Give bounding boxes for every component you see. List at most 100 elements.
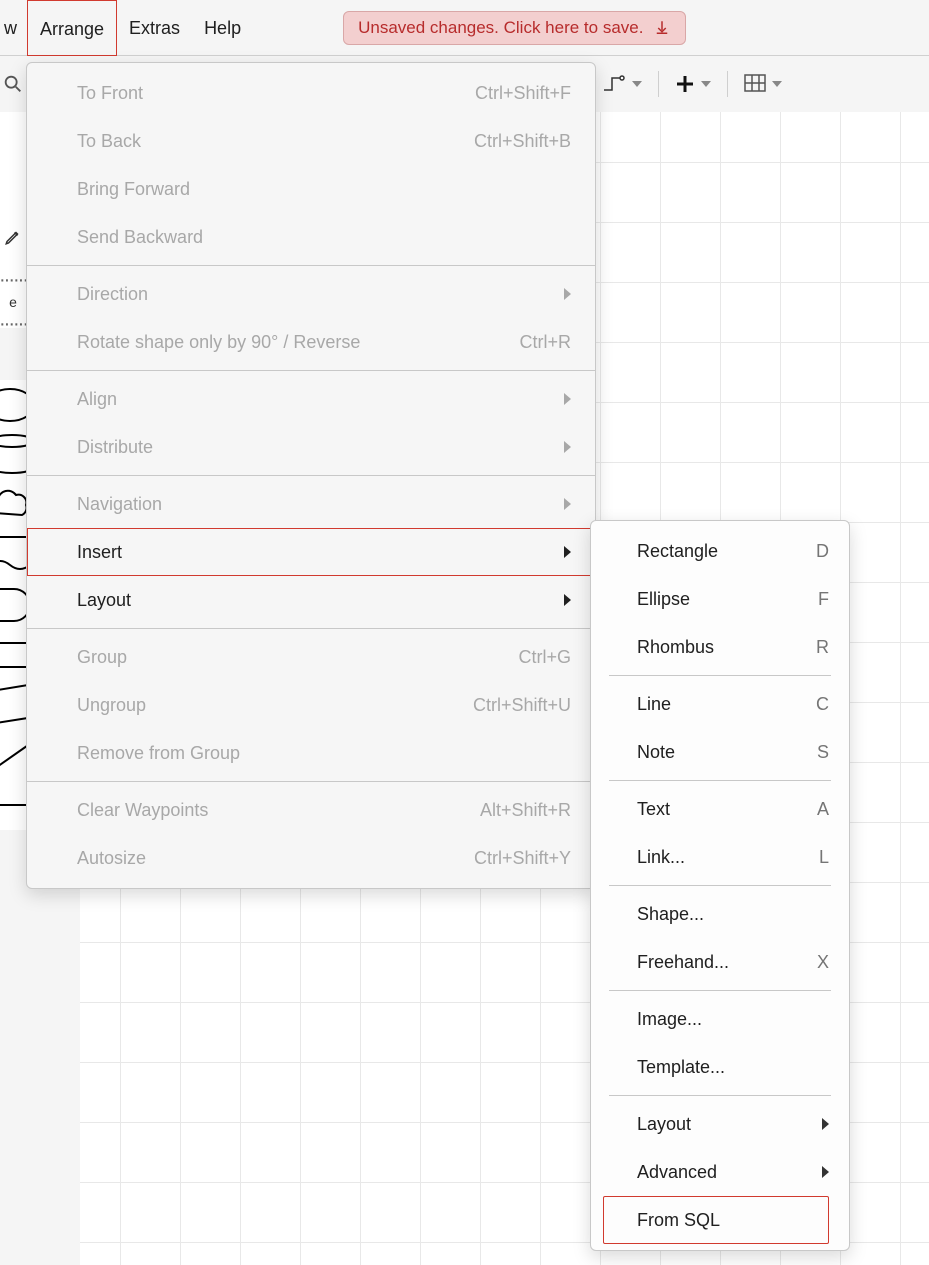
chevron-right-icon	[564, 288, 571, 300]
submenu-separator	[609, 885, 831, 886]
menu-item-label: To Front	[77, 83, 143, 104]
menu-item-distribute[interactable]: Distribute	[27, 423, 595, 471]
zoom-icon[interactable]	[2, 73, 24, 95]
menu-item-insert[interactable]: Insert	[27, 528, 595, 576]
menu-item-send-backward[interactable]: Send Backward	[27, 213, 595, 261]
submenu-item-shortcut: L	[819, 847, 829, 868]
menu-item-label: Remove from Group	[77, 743, 240, 764]
download-icon	[653, 19, 671, 37]
menu-item-label: Layout	[77, 590, 131, 611]
submenu-item-shortcut: X	[817, 952, 829, 973]
menu-item-to-front[interactable]: To Front Ctrl+Shift+F	[27, 69, 595, 117]
submenu-item-note[interactable]: Note S	[591, 728, 849, 776]
menu-item-clear-waypoints[interactable]: Clear Waypoints Alt+Shift+R	[27, 786, 595, 834]
submenu-item-rectangle[interactable]: RectangleD	[591, 527, 849, 575]
submenu-separator	[609, 780, 831, 781]
menu-item-label: Send Backward	[77, 227, 203, 248]
submenu-item-shortcut: S	[817, 742, 829, 763]
menu-item-label: Ungroup	[77, 695, 146, 716]
menu-item-label: Direction	[77, 284, 148, 305]
submenu-item-label: Template...	[637, 1057, 725, 1078]
submenu-item-label: Image...	[637, 1009, 702, 1030]
submenu-item-label: Layout	[637, 1114, 691, 1135]
menu-item-label: Bring Forward	[77, 179, 190, 200]
menu-item-ungroup[interactable]: Ungroup Ctrl+Shift+U	[27, 681, 595, 729]
menu-separator	[27, 370, 595, 371]
menu-item-label: Clear Waypoints	[77, 800, 208, 821]
submenu-item-template[interactable]: Template...	[591, 1043, 849, 1091]
submenu-item-shape[interactable]: Shape...	[591, 890, 849, 938]
menu-item-remove-from-group[interactable]: Remove from Group	[27, 729, 595, 777]
menu-item-direction[interactable]: Direction	[27, 270, 595, 318]
submenu-item-freehand[interactable]: Freehand...X	[591, 938, 849, 986]
submenu-item-label: Rhombus	[637, 637, 714, 658]
chevron-right-icon	[564, 393, 571, 405]
toolbar-right-section	[596, 56, 788, 112]
menu-item-group[interactable]: GroupCtrl+G	[27, 633, 595, 681]
submenu-item-image[interactable]: Image...	[591, 995, 849, 1043]
submenu-item-link[interactable]: Link... L	[591, 833, 849, 881]
menu-item-label: Navigation	[77, 494, 162, 515]
toolbar-separator	[727, 71, 728, 97]
unsaved-changes-label: Unsaved changes. Click here to save.	[358, 18, 643, 38]
menu-help[interactable]: Help	[192, 0, 253, 56]
dotted-separator: ······	[0, 276, 27, 284]
submenu-item-shortcut: R	[816, 637, 829, 658]
submenu-item-line[interactable]: LineC	[591, 680, 849, 728]
menu-item-label: Insert	[77, 542, 122, 563]
chevron-right-icon	[822, 1166, 829, 1178]
table-button[interactable]	[738, 56, 788, 112]
submenu-item-advanced[interactable]: Advanced	[591, 1148, 849, 1196]
menu-item-label: Rotate shape only by 90° / Reverse	[77, 332, 360, 353]
menu-item-shortcut: Ctrl+Shift+F	[475, 83, 571, 104]
toolbar-separator	[658, 71, 659, 97]
submenu-item-rhombus[interactable]: Rhombus R	[591, 623, 849, 671]
submenu-separator	[609, 675, 831, 676]
menu-item-label: Distribute	[77, 437, 153, 458]
menu-arrange[interactable]: Arrange	[27, 0, 117, 56]
submenu-item-label: From SQL	[637, 1210, 720, 1231]
submenu-item-shortcut: C	[816, 694, 829, 715]
submenu-item-layout[interactable]: Layout	[591, 1100, 849, 1148]
menu-partial-w[interactable]: w	[0, 0, 27, 56]
menu-item-autosize[interactable]: AutosizeCtrl+Shift+Y	[27, 834, 595, 882]
submenu-item-from-sql[interactable]: From SQL	[603, 1196, 829, 1244]
submenu-item-shortcut: A	[817, 799, 829, 820]
submenu-item-label: Text	[637, 799, 670, 820]
submenu-item-label: Rectangle	[637, 541, 718, 562]
menubar: w Arrange Extras Help Unsaved changes. C…	[0, 0, 929, 56]
menu-item-rotate-90[interactable]: Rotate shape only by 90° / ReverseCtrl+R	[27, 318, 595, 366]
section-label-partial: e	[9, 298, 17, 306]
submenu-item-label: Link...	[637, 847, 685, 868]
menu-item-align[interactable]: Align	[27, 375, 595, 423]
menu-item-label: Align	[77, 389, 117, 410]
chevron-right-icon	[564, 594, 571, 606]
pencil-icon[interactable]	[4, 228, 22, 246]
menu-separator	[27, 781, 595, 782]
menu-item-navigation[interactable]: Navigation	[27, 480, 595, 528]
waypoint-style-button[interactable]	[596, 56, 648, 112]
add-button[interactable]	[669, 56, 717, 112]
menu-extras[interactable]: Extras	[117, 0, 192, 56]
insert-submenu: RectangleD EllipseF Rhombus R LineC Note S…	[590, 520, 850, 1251]
chevron-right-icon	[564, 498, 571, 510]
submenu-item-label: Ellipse	[637, 589, 690, 610]
unsaved-changes-button[interactable]: Unsaved changes. Click here to save.	[343, 11, 686, 45]
submenu-separator	[609, 990, 831, 991]
chevron-down-icon	[701, 81, 711, 87]
menu-item-label: To Back	[77, 131, 141, 152]
submenu-item-label: Advanced	[637, 1162, 717, 1183]
submenu-item-text[interactable]: Text A	[591, 785, 849, 833]
chevron-down-icon	[632, 81, 642, 87]
submenu-item-label: Note	[637, 742, 675, 763]
chevron-down-icon	[772, 81, 782, 87]
menu-separator	[27, 475, 595, 476]
menu-item-label: Group	[77, 647, 127, 668]
chevron-right-icon	[822, 1118, 829, 1130]
menu-item-bring-forward[interactable]: Bring Forward	[27, 165, 595, 213]
menu-item-to-back[interactable]: To BackCtrl+Shift+B	[27, 117, 595, 165]
menu-item-shortcut: Alt+Shift+R	[480, 800, 571, 821]
menu-item-shortcut: Ctrl+Shift+U	[473, 695, 571, 716]
menu-item-layout[interactable]: Layout	[27, 576, 595, 624]
submenu-item-ellipse[interactable]: EllipseF	[591, 575, 849, 623]
